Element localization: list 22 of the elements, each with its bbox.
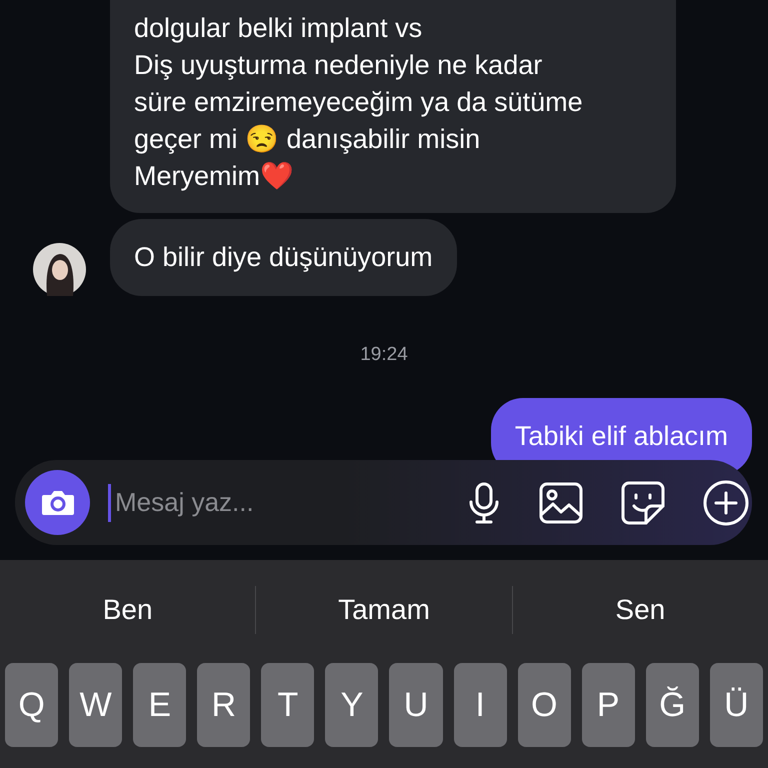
incoming-message: O bilir diye düşünüyorum — [110, 219, 457, 296]
suggestion[interactable]: Sen — [512, 586, 768, 634]
key[interactable]: Y — [325, 663, 378, 747]
key[interactable]: Ü — [710, 663, 763, 747]
incoming-message: dolgular belki implant vs Diş uyuşturma nedeniyle ne kadar süre emziremeyeceğim ya da sütüme geçer mi 😒 danışabilir misin Meryemim❤ — [110, 0, 676, 213]
suggestion[interactable]: Tamam — [255, 586, 512, 634]
key[interactable]: I — [454, 663, 507, 747]
key[interactable]: W — [69, 663, 122, 747]
key[interactable]: O — [518, 663, 571, 747]
camera-button[interactable] — [25, 470, 90, 535]
avatar[interactable] — [33, 243, 86, 296]
key[interactable]: T — [261, 663, 314, 747]
key[interactable]: Ğ — [646, 663, 699, 747]
message-input[interactable]: Mesaj yaz... — [113, 486, 452, 519]
key[interactable]: Q — [5, 663, 58, 747]
suggestion[interactable]: Ben — [0, 586, 256, 634]
camera-icon — [40, 488, 74, 516]
key[interactable]: R — [197, 663, 250, 747]
key[interactable]: P — [582, 663, 635, 747]
key[interactable]: E — [133, 663, 186, 747]
timestamp: 19:24 — [359, 344, 409, 366]
key[interactable]: U — [389, 663, 443, 747]
